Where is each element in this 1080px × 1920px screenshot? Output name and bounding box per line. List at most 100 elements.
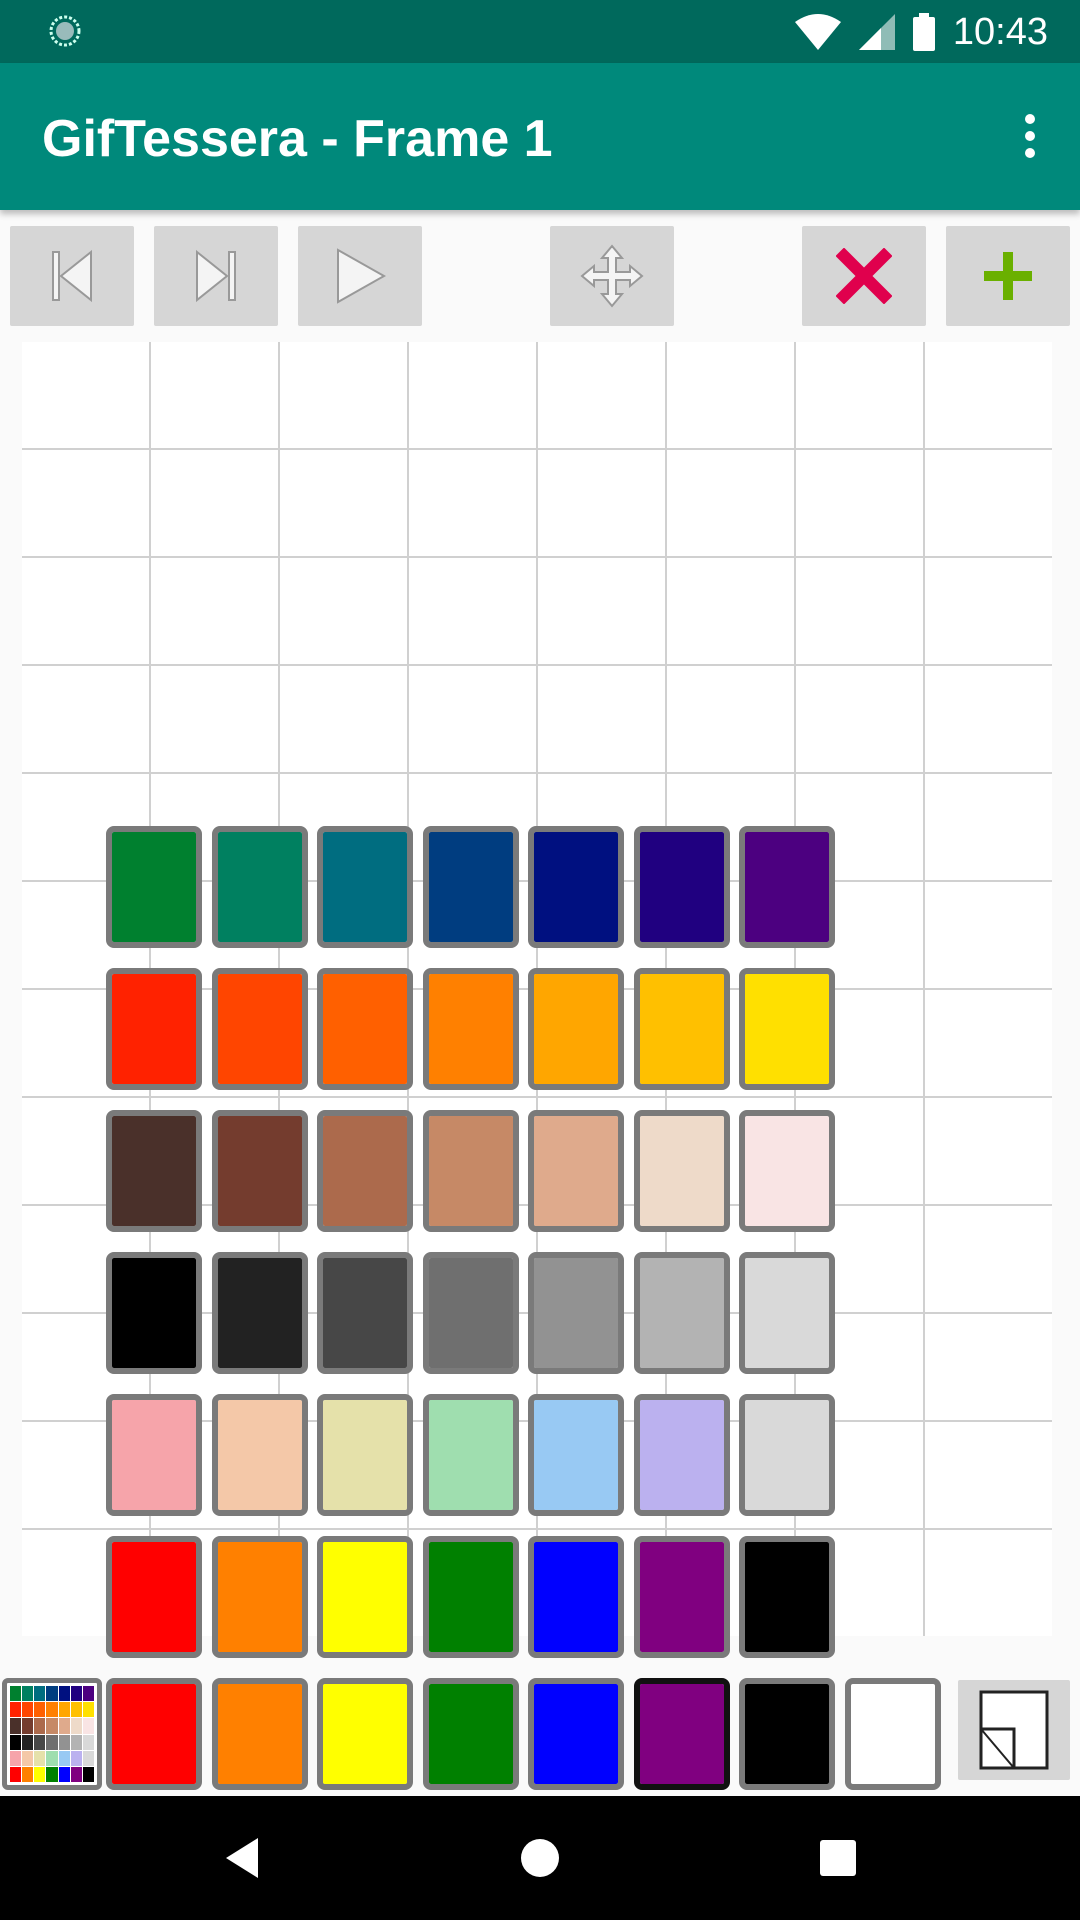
palette-thumb-cell (58, 1766, 70, 1782)
palette-swatch[interactable] (633, 1110, 730, 1232)
palette-thumb-cell (70, 1702, 82, 1718)
palette-swatch[interactable] (211, 1394, 308, 1516)
palette-thumb-cell (82, 1718, 94, 1734)
palette-thumb-cell (82, 1734, 94, 1750)
palette-thumb-cell (70, 1766, 82, 1782)
recents-icon[interactable] (814, 1834, 862, 1882)
palette-swatch[interactable] (528, 826, 624, 948)
back-icon[interactable] (218, 1834, 266, 1882)
palette-thumb-cell (22, 1766, 34, 1782)
previous-frame-button[interactable] (10, 226, 134, 326)
palette-swatch[interactable] (633, 968, 730, 1090)
palette-swatch[interactable] (106, 968, 202, 1090)
palette-swatch[interactable] (317, 1110, 413, 1232)
palette-picker-button[interactable] (2, 1678, 102, 1790)
move-button[interactable] (550, 226, 674, 326)
palette-thumb-cell (22, 1718, 34, 1734)
palette-swatch[interactable] (633, 1394, 730, 1516)
color-swatch[interactable] (422, 1678, 519, 1790)
palette-swatch[interactable] (106, 1252, 202, 1374)
palette-swatch[interactable] (739, 1252, 835, 1374)
palette-thumb-cell (70, 1718, 82, 1734)
palette-thumb-cell (58, 1734, 70, 1750)
palette-swatch[interactable] (106, 1536, 202, 1658)
page-title: GifTessera - Frame 1 (42, 110, 553, 168)
palette-thumb-cell (34, 1750, 46, 1766)
grid-line (22, 664, 1052, 666)
status-icons: 10:43 (794, 8, 1048, 56)
color-swatch[interactable] (739, 1678, 835, 1790)
color-swatch[interactable] (211, 1678, 308, 1790)
palette-thumb-cell (22, 1686, 34, 1702)
palette-swatch[interactable] (317, 1394, 413, 1516)
palette-swatch[interactable] (106, 826, 202, 948)
status-bar: 10:43 (0, 0, 1080, 63)
palette-swatch[interactable] (739, 1394, 835, 1516)
delete-frame-button[interactable] (802, 226, 926, 326)
sync-icon (49, 15, 81, 47)
palette-swatch[interactable] (633, 826, 730, 948)
skip-next-icon (196, 249, 236, 303)
palette-swatch[interactable] (422, 1536, 519, 1658)
canvas-size-icon (979, 1690, 1049, 1770)
overflow-menu-icon[interactable] (1008, 111, 1052, 161)
grid-line (22, 448, 1052, 450)
palette-swatch[interactable] (211, 1252, 308, 1374)
palette-swatch[interactable] (528, 1110, 624, 1232)
palette-thumb-cell (22, 1750, 34, 1766)
palette-swatch[interactable] (106, 1110, 202, 1232)
home-icon[interactable] (516, 1834, 564, 1882)
palette-swatch[interactable] (317, 1536, 413, 1658)
palette-swatch[interactable] (633, 1536, 730, 1658)
palette-swatch[interactable] (528, 968, 624, 1090)
add-frame-icon (984, 252, 1032, 300)
palette-swatch[interactable] (422, 1110, 519, 1232)
palette-swatch[interactable] (422, 826, 519, 948)
palette-thumb-cell (58, 1702, 70, 1718)
palette-swatch[interactable] (422, 1394, 519, 1516)
palette-swatch[interactable] (422, 968, 519, 1090)
palette-swatch[interactable] (317, 968, 413, 1090)
palette-thumb-cell (10, 1750, 22, 1766)
grid-line (22, 1528, 1052, 1530)
palette-swatch[interactable] (211, 826, 308, 948)
grid-line (22, 1096, 1052, 1098)
palette-thumb-cell (10, 1686, 22, 1702)
palette-swatch[interactable] (528, 1536, 624, 1658)
palette-swatch[interactable] (317, 826, 413, 948)
palette-swatch[interactable] (317, 1252, 413, 1374)
canvas-size-button[interactable] (958, 1680, 1070, 1780)
palette-swatch[interactable] (211, 1110, 308, 1232)
color-swatch[interactable] (844, 1678, 941, 1790)
palette-swatch[interactable] (739, 826, 835, 948)
palette-swatch[interactable] (106, 1394, 202, 1516)
clock: 10:43 (952, 10, 1048, 53)
palette-thumb-cell (58, 1718, 70, 1734)
palette-swatch[interactable] (422, 1252, 519, 1374)
palette-swatch[interactable] (211, 1536, 308, 1658)
next-frame-button[interactable] (154, 226, 278, 326)
palette-swatch[interactable] (528, 1252, 624, 1374)
palette-thumb-cell (46, 1702, 58, 1718)
color-swatch[interactable] (633, 1678, 730, 1790)
palette-swatch[interactable] (739, 1536, 835, 1658)
palette-thumb-cell (46, 1718, 58, 1734)
palette-swatch[interactable] (211, 968, 308, 1090)
palette-swatch[interactable] (739, 968, 835, 1090)
palette-thumb-cell (46, 1734, 58, 1750)
color-swatch[interactable] (317, 1678, 413, 1790)
palette-swatch[interactable] (633, 1252, 730, 1374)
color-swatch[interactable] (106, 1678, 202, 1790)
system-navigation-bar (0, 1796, 1080, 1920)
color-swatch[interactable] (528, 1678, 624, 1790)
color-bar (0, 1672, 1080, 1796)
palette-swatch[interactable] (739, 1110, 835, 1232)
play-button[interactable] (298, 226, 422, 326)
palette-thumb-cell (82, 1750, 94, 1766)
palette-thumb-cell (22, 1702, 34, 1718)
wifi-icon (794, 14, 841, 50)
palette-swatch[interactable] (528, 1394, 624, 1516)
palette-thumb-cell (46, 1766, 58, 1782)
add-frame-button[interactable] (946, 226, 1070, 326)
palette-thumb-cell (46, 1686, 58, 1702)
